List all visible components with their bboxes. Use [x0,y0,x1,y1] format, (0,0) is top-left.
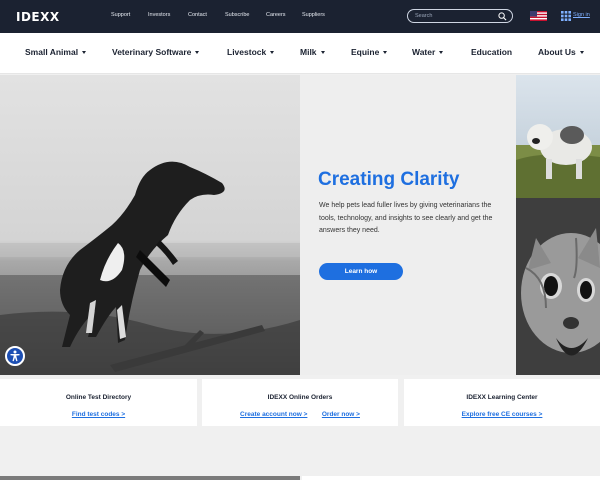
nav-veterinary-software[interactable]: Veterinary Software [112,47,200,57]
suppliers-link[interactable]: Suppliers [302,12,325,18]
contact-link[interactable]: Contact [188,12,207,18]
search-input[interactable]: Search [407,9,513,23]
nav-label: Milk [300,47,317,57]
learn-how-button[interactable]: Learn how [319,263,403,280]
nav-label: Education [471,47,513,57]
nav-label: Small Animal [25,47,79,57]
accessibility-icon [10,350,20,362]
investors-link[interactable]: Investors [148,12,170,18]
create-account-link[interactable]: Create account now > [240,411,307,418]
card-idexx-learning-center: IDEXX Learning Center Explore free CE co… [404,379,600,426]
card-online-test-directory: Online Test Directory Find test codes > [0,379,197,426]
sign-in-link[interactable]: Sign in [573,12,590,18]
nav-label: About Us [538,47,576,57]
nav-label: Livestock [227,47,267,57]
card-idexx-online-orders: IDEXX Online Orders Create account now >… [202,379,398,426]
chevron-down-icon [320,51,325,55]
support-link[interactable]: Support [111,12,130,18]
accessibility-button[interactable] [5,346,25,366]
us-flag-icon[interactable] [530,11,547,21]
chevron-down-icon [270,51,275,55]
chevron-down-icon [82,51,87,55]
nav-milk[interactable]: Milk [300,47,325,57]
search-placeholder: Search [415,13,433,19]
nav-label: Water [412,47,436,57]
dog-on-beach-illustration [0,75,300,375]
hero-title: Creating Clarity [318,169,460,190]
cat-image [516,198,600,375]
hero-description: We help pets lead fuller lives by giving… [319,202,493,234]
careers-link[interactable]: Careers [266,12,286,18]
nav-education[interactable]: Education [471,47,512,57]
hero-text-panel: Creating Clarity We help pets lead fulle… [300,75,516,375]
order-now-link[interactable]: Order now > [322,411,360,418]
idexx-logo[interactable]: IDEXX [16,10,60,24]
sheepdog-image [516,75,600,198]
top-utility-bar: IDEXX Support Investors Contact Subscrib… [0,0,600,33]
chevron-down-icon [579,51,584,55]
next-section-panel [302,476,600,480]
hero-dog-image [0,75,300,375]
next-section-image [0,476,300,480]
explore-ce-courses-link[interactable]: Explore free CE courses > [462,411,543,418]
sheepdog-illustration [516,75,600,198]
nav-equine[interactable]: Equine [351,47,388,57]
nav-label: Equine [351,47,380,57]
cat-illustration [516,198,600,375]
grid-icon[interactable] [561,11,571,21]
card-title: Online Test Directory [65,394,132,401]
card-title: IDEXX Online Orders [267,394,333,401]
subscribe-link[interactable]: Subscribe [225,12,249,18]
find-test-codes-link[interactable]: Find test codes > [72,411,125,418]
chevron-down-icon [439,51,444,55]
nav-about-us[interactable]: About Us [538,47,584,57]
nav-label: Veterinary Software [112,47,192,57]
search-icon[interactable] [498,12,507,21]
nav-water[interactable]: Water [412,47,444,57]
main-navigation: Small Animal Veterinary Software Livesto… [0,33,600,74]
nav-small-animal[interactable]: Small Animal [25,47,87,57]
chevron-down-icon [195,51,200,55]
card-title: IDEXX Learning Center [466,394,538,401]
nav-livestock[interactable]: Livestock [227,47,275,57]
chevron-down-icon [383,51,388,55]
